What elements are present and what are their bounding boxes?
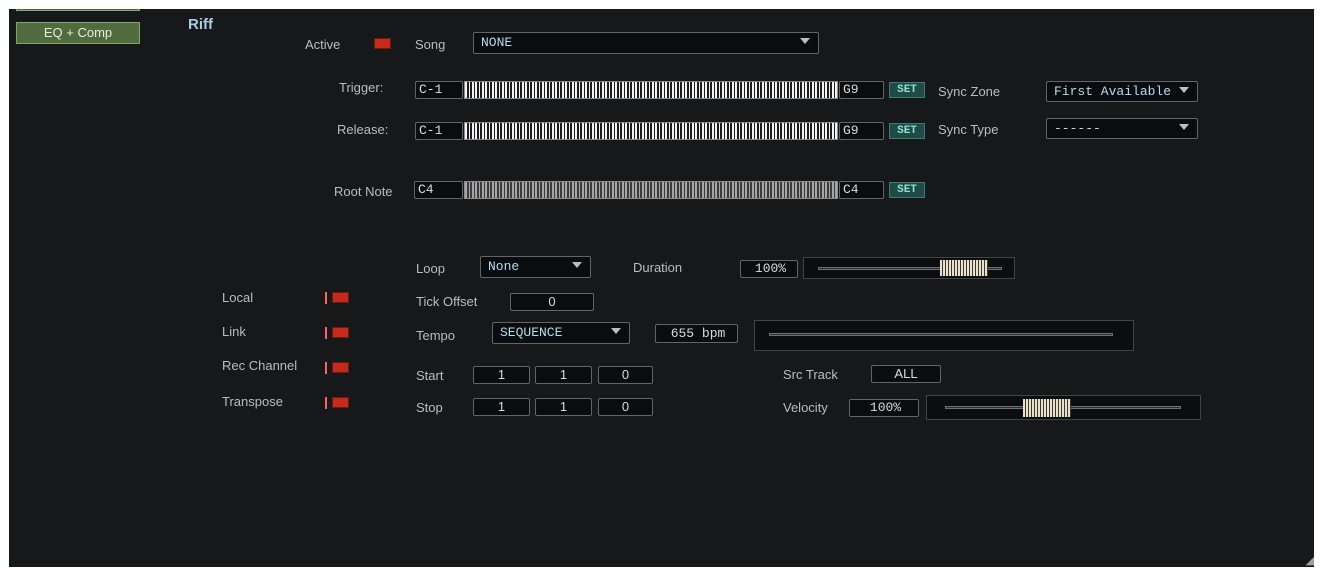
sync-zone-dropdown[interactable]: First Available [1046,81,1198,102]
local-toggle[interactable] [332,292,349,303]
local-marker [325,292,327,304]
root-note-high[interactable]: C4 [839,181,884,199]
rec-channel-label: Rec Channel [222,358,298,373]
duration-slider[interactable] [803,257,1015,279]
start-tick-field[interactable]: 0 [598,366,653,384]
stop-beat-field[interactable]: 1 [535,398,592,416]
trigger-set-button[interactable]: SET [889,82,925,98]
loop-label: Loop [416,261,445,276]
loop-value: None [488,259,520,274]
duration-label: Duration [633,260,683,275]
tempo-bpm-field[interactable]: 655 bpm [655,324,738,343]
chevron-down-icon [1179,87,1189,93]
eq-comp-button[interactable]: EQ + Comp [16,22,140,44]
loop-dropdown[interactable]: None [480,256,591,278]
start-label: Start [416,368,444,383]
rec-channel-toggle[interactable] [332,362,349,373]
chevron-down-icon [572,262,582,268]
sync-zone-value: First Available [1054,84,1172,99]
tempo-label: Tempo [416,328,456,343]
local-label: Local [222,290,254,305]
sync-type-label: Sync Type [938,122,999,137]
tempo-slider[interactable] [754,320,1134,351]
release-high-note[interactable]: G9 [839,122,884,140]
release-label: Release: [337,122,389,137]
transpose-toggle[interactable] [332,397,349,408]
riff-panel: EQ + Comp Riff Active Song NONE Trigger:… [9,9,1314,567]
transpose-label: Transpose [222,394,283,409]
link-label: Link [222,324,246,339]
resize-handle-icon[interactable]: ◢ [1306,554,1314,567]
active-toggle[interactable] [374,38,391,49]
tick-offset-label: Tick Offset [416,294,478,309]
link-marker [325,327,327,339]
tick-offset-field[interactable]: 0 [510,293,594,311]
stop-tick-field[interactable]: 0 [598,398,653,416]
src-track-field[interactable]: ALL [871,365,941,383]
song-label: Song [415,37,446,52]
trigger-low-note[interactable]: C-1 [415,81,463,99]
velocity-label: Velocity [783,400,828,415]
root-note-label: Root Note [334,184,393,199]
release-low-note[interactable]: C-1 [415,122,463,140]
chevron-down-icon [1179,124,1189,130]
section-title: Riff [188,16,213,33]
rec-channel-marker [325,362,327,374]
song-dropdown[interactable]: NONE [473,32,819,54]
src-track-label: Src Track [783,367,838,382]
chevron-down-icon [611,328,621,334]
root-note-low[interactable]: C4 [414,181,463,199]
trigger-label: Trigger: [339,80,384,95]
tempo-mode-value: SEQUENCE [500,325,563,340]
tempo-slider-rail [769,333,1113,336]
start-beat-field[interactable]: 1 [535,366,592,384]
link-toggle[interactable] [332,327,349,338]
release-keyboard[interactable] [464,122,838,140]
release-set-button[interactable]: SET [889,123,925,139]
tempo-mode-dropdown[interactable]: SEQUENCE [492,322,630,344]
song-value: NONE [481,35,513,50]
sync-type-dropdown[interactable]: ------ [1046,118,1198,139]
duration-slider-knob[interactable] [940,260,988,276]
trigger-keyboard[interactable] [464,81,838,99]
transpose-marker [325,397,327,409]
active-label: Active [305,37,341,52]
root-note-set-button[interactable]: SET [889,182,925,198]
stop-bar-field[interactable]: 1 [473,398,530,416]
velocity-slider-knob[interactable] [1023,399,1071,417]
duration-value[interactable]: 100% [740,260,798,278]
velocity-slider[interactable] [926,395,1201,420]
velocity-value[interactable]: 100% [849,399,919,417]
sync-zone-label: Sync Zone [938,84,1001,99]
stop-label: Stop [416,400,443,415]
sync-type-value: ------ [1054,121,1101,136]
start-bar-field[interactable]: 1 [473,366,530,384]
trigger-high-note[interactable]: G9 [839,81,884,99]
sidebar-button-partial[interactable] [16,9,140,11]
root-note-keyboard[interactable] [464,181,838,199]
chevron-down-icon [800,38,810,44]
